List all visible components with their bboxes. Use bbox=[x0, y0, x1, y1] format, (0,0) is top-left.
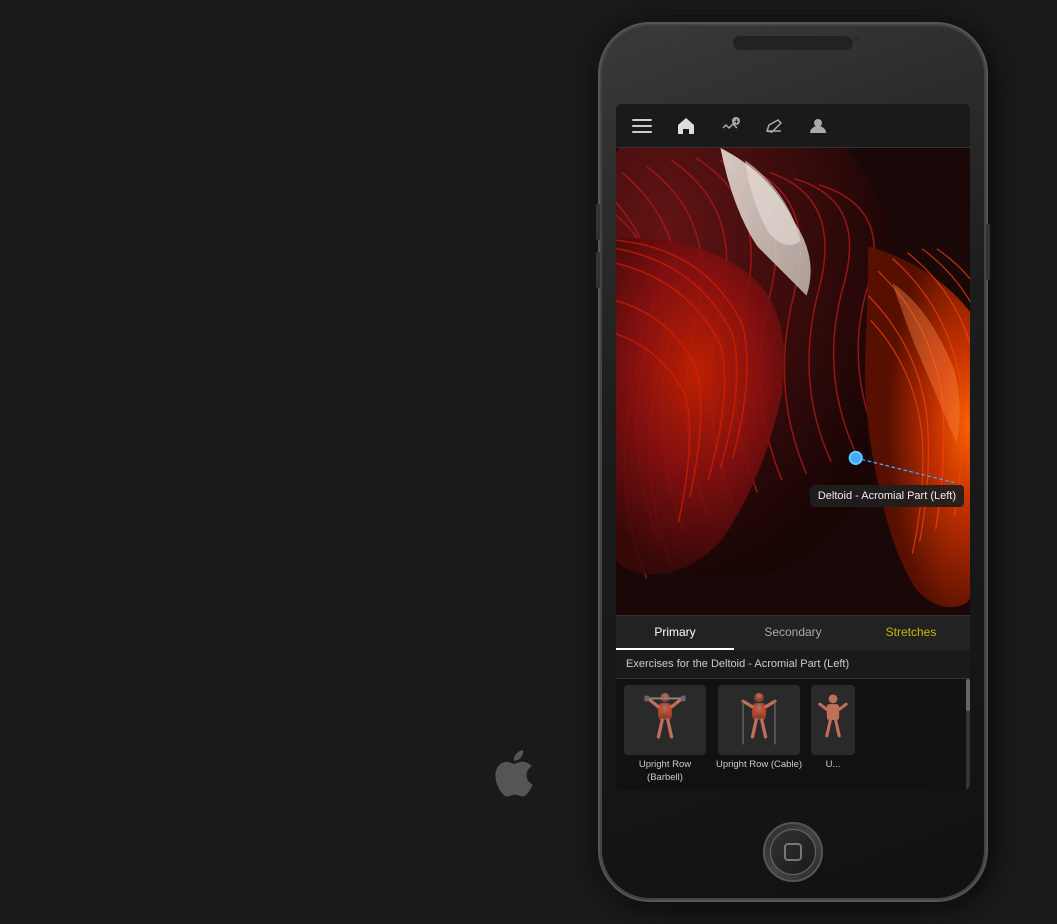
exercise-item-cable[interactable]: Upright Row (Cable) bbox=[714, 685, 804, 784]
tab-primary[interactable]: Primary bbox=[616, 616, 734, 650]
home-button-square-icon bbox=[784, 843, 802, 861]
phone-chassis: + bbox=[598, 22, 988, 902]
menu-button[interactable] bbox=[620, 104, 664, 148]
exercise-thumb-barbell[interactable] bbox=[624, 685, 706, 755]
tab-stretches[interactable]: Stretches bbox=[852, 616, 970, 650]
svg-text:+: + bbox=[734, 117, 739, 126]
front-camera bbox=[853, 34, 861, 42]
profile-button[interactable] bbox=[796, 104, 840, 148]
power-button[interactable] bbox=[986, 224, 990, 280]
scene: + bbox=[0, 0, 1057, 924]
muscle-tabs: Primary Secondary Stretches bbox=[616, 615, 970, 650]
volume-down-button[interactable] bbox=[596, 252, 600, 288]
edit-button[interactable] bbox=[752, 104, 796, 148]
add-button[interactable]: + bbox=[708, 104, 752, 148]
exercise-label-third: U... bbox=[826, 759, 841, 771]
app-toolbar: + bbox=[616, 104, 970, 148]
tab-secondary[interactable]: Secondary bbox=[734, 616, 852, 650]
exercise-list: Upright Row (Barbell) bbox=[616, 679, 970, 790]
exercise-label-barbell: Upright Row (Barbell) bbox=[620, 759, 710, 784]
exercise-item-third[interactable]: U... bbox=[808, 685, 858, 784]
exercise-section-header: Exercises for the Deltoid - Acromial Par… bbox=[616, 650, 970, 679]
muscle-3d-view[interactable]: Deltoid - Acromial Part (Left) bbox=[616, 148, 970, 615]
apple-logo bbox=[490, 749, 534, 809]
annotation-label: Deltoid - Acromial Part (Left) bbox=[810, 485, 964, 507]
exercise-thumb-cable[interactable] bbox=[718, 685, 800, 755]
exercise-label-cable: Upright Row (Cable) bbox=[716, 759, 802, 771]
speaker-grill bbox=[733, 36, 853, 50]
volume-up-button[interactable] bbox=[596, 204, 600, 240]
home-button-inner bbox=[770, 829, 816, 875]
phone-screen: + bbox=[616, 104, 970, 790]
scroll-track bbox=[966, 679, 970, 790]
home-button-toolbar[interactable] bbox=[664, 104, 708, 148]
app-content: + bbox=[616, 104, 970, 790]
exercise-item-barbell[interactable]: Upright Row (Barbell) bbox=[620, 685, 710, 784]
scroll-thumb bbox=[966, 679, 970, 711]
exercise-thumb-third[interactable] bbox=[811, 685, 855, 755]
bottom-panel: Primary Secondary Stretches Exercises fo… bbox=[616, 615, 970, 790]
home-physical-button[interactable] bbox=[763, 822, 823, 882]
